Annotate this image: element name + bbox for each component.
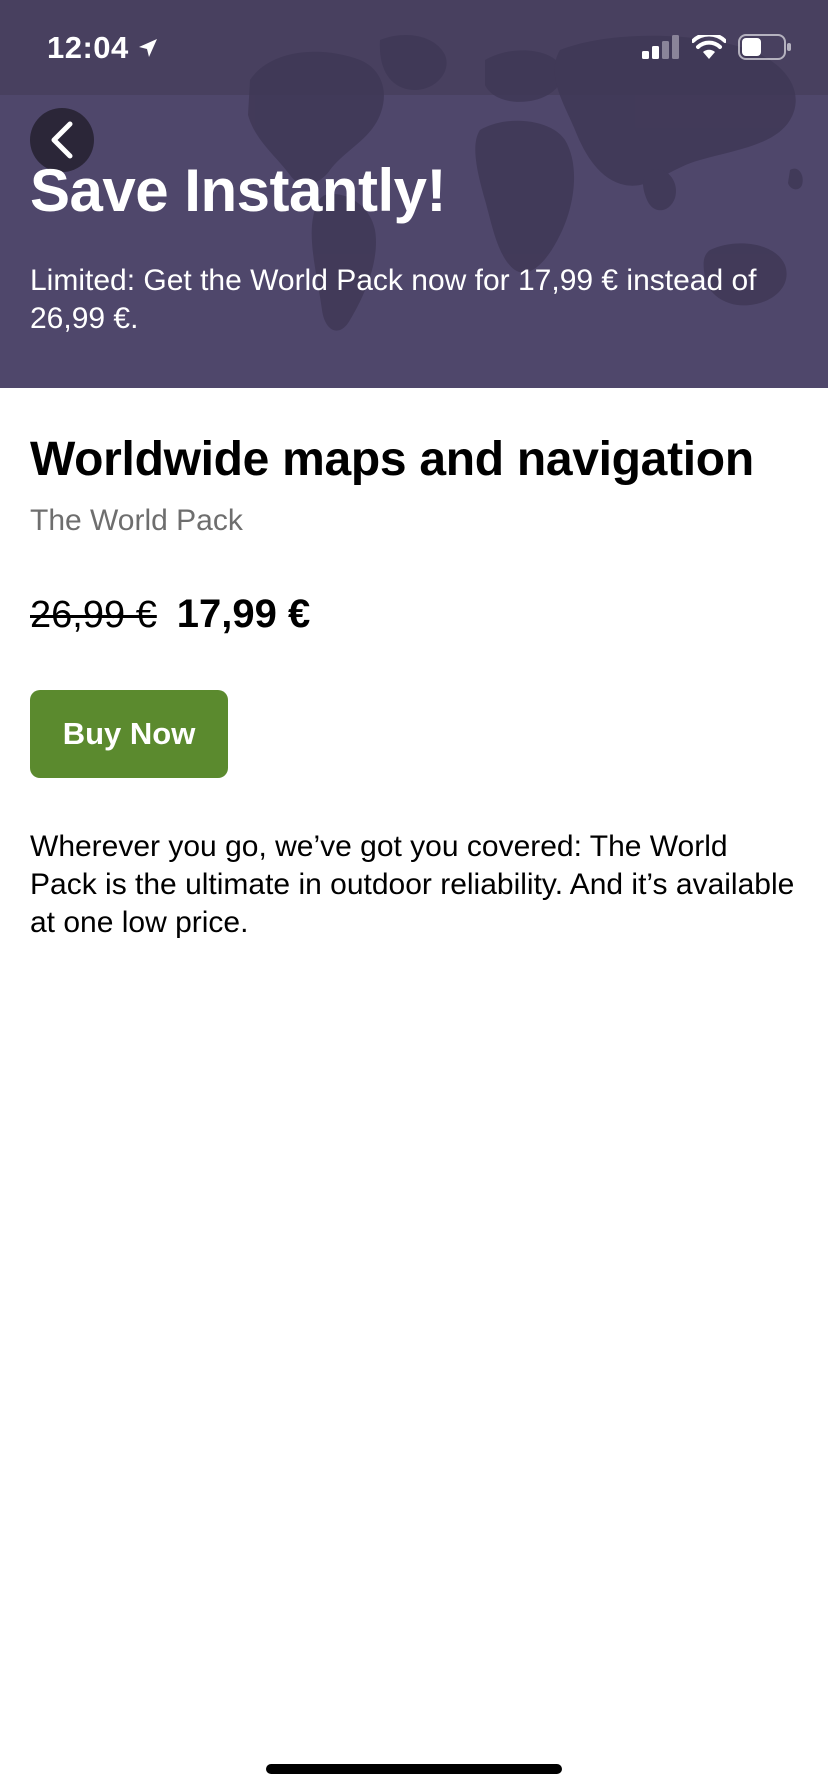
- new-price: 17,99 €: [176, 592, 311, 636]
- battery-icon: [738, 34, 791, 60]
- buy-now-button[interactable]: Buy Now: [30, 690, 228, 778]
- status-indicators: [642, 34, 792, 60]
- chevron-left-icon: [51, 121, 73, 159]
- product-title: Worldwide maps and navigation: [30, 433, 754, 486]
- old-price: 26,99 €: [30, 594, 157, 636]
- hero-banner: 12:04 Save Instantly! Limited: Get the W…: [0, 0, 828, 388]
- price-row: 26,99 € 17,99 €: [30, 592, 310, 637]
- hero-subtitle: Limited: Get the World Pack now for 17,9…: [30, 264, 757, 335]
- product-subtitle: The World Pack: [30, 504, 243, 537]
- wifi-icon: [692, 35, 726, 59]
- cellular-signal-icon: [642, 35, 679, 59]
- hero-title: Save Instantly!: [30, 157, 447, 224]
- product-description: Wherever you go, we’ve got you covered: …: [30, 830, 795, 939]
- location-arrow-icon: [138, 39, 157, 57]
- home-indicator[interactable]: [266, 1764, 562, 1774]
- status-time: 12:04: [47, 30, 159, 66]
- status-time-text: 12:04: [47, 30, 129, 65]
